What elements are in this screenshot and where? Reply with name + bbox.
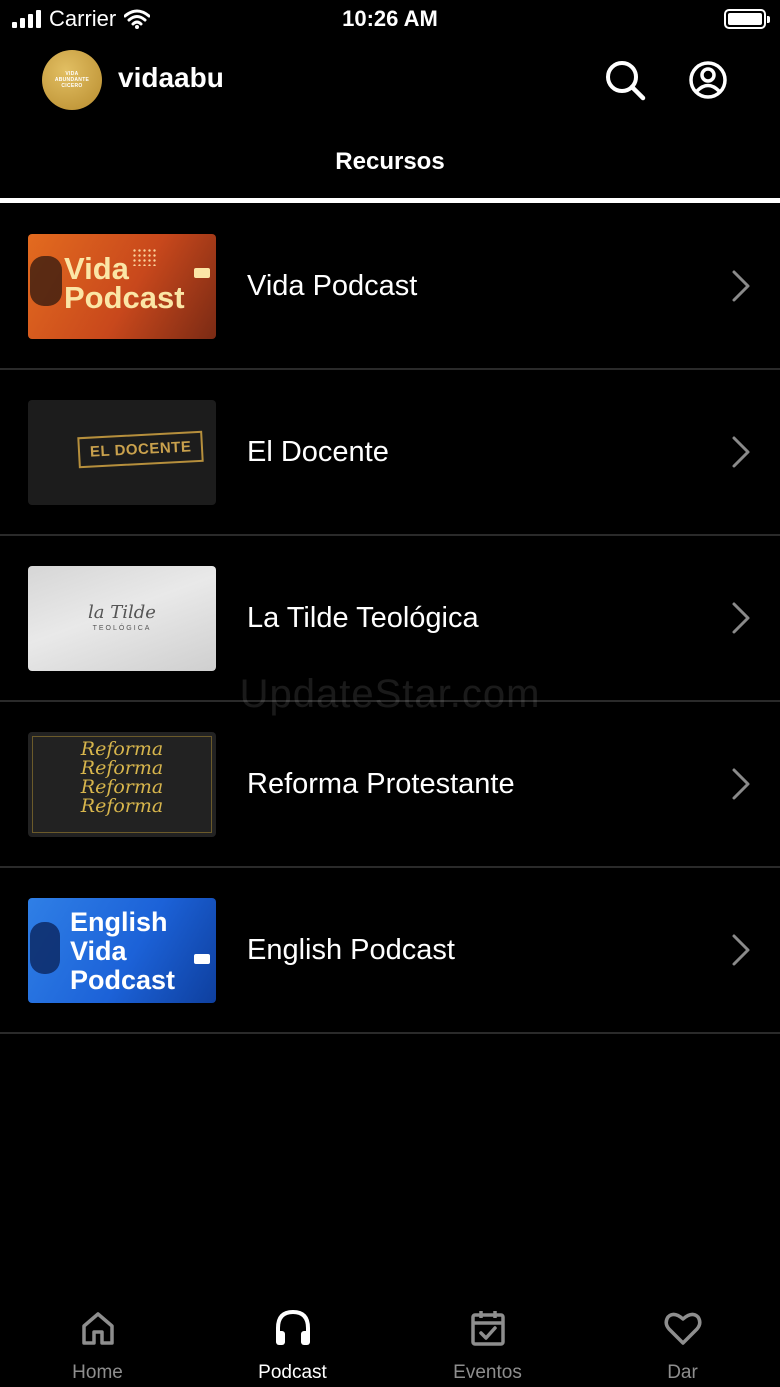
nav-label: Podcast bbox=[258, 1362, 327, 1383]
la-tilde-thumbnail: la Tilde TEOLÓGICA bbox=[28, 566, 216, 671]
nav-eventos[interactable]: Eventos bbox=[390, 1296, 585, 1387]
microphone-icon bbox=[30, 256, 62, 306]
headphones-icon bbox=[276, 1309, 310, 1345]
logo-line: CICERO bbox=[61, 83, 83, 89]
nav-home[interactable]: Home bbox=[0, 1296, 195, 1387]
nav-label: Eventos bbox=[453, 1362, 522, 1383]
bottom-nav: Home Podcast Eventos Dar bbox=[0, 1296, 780, 1387]
thumbnail-title: Podcast bbox=[64, 280, 185, 315]
chevron-right-icon bbox=[732, 768, 750, 800]
status-time: 10:26 AM bbox=[342, 6, 438, 31]
el-docente-thumbnail: EL DOCENTE bbox=[28, 400, 216, 505]
list-item[interactable]: English Vida Podcast English Podcast bbox=[0, 868, 780, 1034]
tab-bar: Recursos bbox=[0, 130, 780, 204]
thumbnail-title: Vida bbox=[64, 251, 129, 286]
list-item[interactable]: la Tilde TEOLÓGICA La Tilde Teológica bbox=[0, 536, 780, 702]
thumbnail-title: la Tilde bbox=[88, 602, 156, 623]
thumbnail-title: EL DOCENTE bbox=[77, 430, 205, 469]
list-item-label: Reforma Protestante bbox=[247, 768, 515, 800]
nav-label: Home bbox=[72, 1362, 123, 1383]
reforma-thumbnail: Reforma Reforma Reforma Reforma bbox=[28, 732, 216, 837]
nav-podcast[interactable]: Podcast bbox=[195, 1296, 390, 1387]
app-name: vidaabu bbox=[118, 62, 224, 93]
thumbnail-word: Reforma bbox=[80, 795, 164, 817]
battery-icon bbox=[724, 9, 770, 29]
list-item[interactable]: Reforma Reforma Reforma Reforma Reforma … bbox=[0, 702, 780, 868]
thumbnail-title: Vida bbox=[70, 936, 127, 966]
status-bar: Carrier 10:26 AM bbox=[0, 0, 780, 40]
app-logo[interactable]: VIDA ABUNDANTE CICERO bbox=[42, 50, 102, 110]
list-item[interactable]: Vida Podcast Vida Podcast bbox=[0, 204, 780, 370]
app-header: VIDA ABUNDANTE CICERO vidaabu bbox=[0, 48, 780, 112]
english-podcast-thumbnail: English Vida Podcast bbox=[28, 898, 216, 1003]
resource-list: Vida Podcast Vida Podcast EL DOCENTE El … bbox=[0, 204, 780, 1034]
microphone-icon bbox=[30, 922, 60, 974]
search-icon[interactable] bbox=[603, 58, 647, 102]
chevron-right-icon bbox=[732, 270, 750, 302]
tab-recursos[interactable]: Recursos bbox=[0, 148, 780, 176]
heart-icon bbox=[664, 1312, 702, 1345]
list-item-label: El Docente bbox=[247, 436, 389, 468]
vida-podcast-thumbnail: Vida Podcast bbox=[28, 234, 216, 339]
nav-dar[interactable]: Dar bbox=[585, 1296, 780, 1387]
list-item-label: English Podcast bbox=[247, 934, 455, 966]
chevron-right-icon bbox=[732, 934, 750, 966]
user-circle-icon[interactable] bbox=[686, 58, 730, 102]
thumbnail-title: English bbox=[70, 907, 168, 937]
home-icon bbox=[82, 1312, 114, 1345]
tab-indicator bbox=[0, 198, 780, 203]
list-item-label: La Tilde Teológica bbox=[247, 602, 479, 634]
calendar-check-icon bbox=[471, 1311, 505, 1346]
thumbnail-subtitle: TEOLÓGICA bbox=[92, 625, 152, 632]
nav-label: Dar bbox=[667, 1362, 698, 1383]
chat-bubble-icon bbox=[194, 268, 210, 278]
list-item[interactable]: EL DOCENTE El Docente bbox=[0, 370, 780, 536]
thumbnail-title: Podcast bbox=[70, 965, 176, 995]
chevron-right-icon bbox=[732, 602, 750, 634]
chat-bubble-icon bbox=[194, 954, 210, 964]
chevron-right-icon bbox=[732, 436, 750, 468]
list-item-label: Vida Podcast bbox=[247, 270, 418, 302]
